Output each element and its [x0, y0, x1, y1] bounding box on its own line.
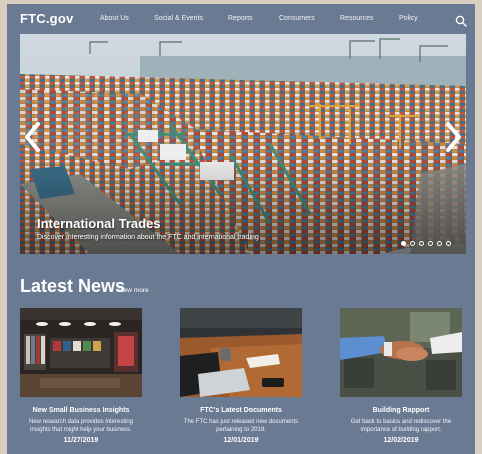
- chevron-right-icon: [446, 122, 461, 152]
- news-card-title[interactable]: Building Rapport: [340, 407, 462, 414]
- nav-consumers[interactable]: Consumers: [279, 15, 315, 22]
- site-logo[interactable]: FTC.gov: [20, 11, 73, 26]
- carousel-dot[interactable]: [437, 241, 442, 246]
- carousel-dot[interactable]: [428, 241, 433, 246]
- carousel-prev-button[interactable]: [22, 120, 44, 154]
- news-card-date: 11/27/2019: [63, 437, 99, 444]
- nav-about-us[interactable]: About Us: [100, 15, 129, 22]
- carousel-dot[interactable]: [410, 241, 415, 246]
- carousel-dot[interactable]: [419, 241, 424, 246]
- news-card-description: New research data provides interesting i…: [28, 419, 134, 433]
- news-card-image-clothing-store: [20, 308, 142, 397]
- news-card-description: The FTC has just released new documents …: [183, 419, 299, 433]
- news-card-date: 12/01/2019: [223, 437, 259, 444]
- hero-subtitle: Discover interesting information about t…: [37, 234, 259, 241]
- carousel-dot[interactable]: [401, 241, 406, 246]
- hero-carousel: International Trades Discover interestin…: [20, 34, 466, 254]
- hero-title: International Trades: [37, 216, 161, 231]
- latest-news-heading: Latest News: [20, 276, 126, 296]
- news-card-title[interactable]: New Small Business Insights: [20, 407, 142, 414]
- carousel-next-button[interactable]: [442, 120, 464, 154]
- carousel-dot[interactable]: [446, 241, 451, 246]
- news-card-date: 12/02/2019: [383, 437, 419, 444]
- news-card-image-handshake: [340, 308, 462, 397]
- search-button[interactable]: [455, 14, 467, 27]
- nav-social-events[interactable]: Social & Events: [154, 15, 203, 22]
- page-frame: FTC.gov About Us Social & Events Reports…: [7, 4, 475, 454]
- news-card[interactable]: FTC's Latest Documents The FTC has just …: [180, 308, 302, 454]
- view-more-link[interactable]: View more: [118, 287, 149, 294]
- site-header: FTC.gov About Us Social & Events Reports…: [7, 4, 475, 34]
- nav-policy[interactable]: Policy: [399, 15, 418, 22]
- nav-reports[interactable]: Reports: [228, 15, 253, 22]
- search-icon: [455, 15, 467, 27]
- news-card[interactable]: New Small Business Insights New research…: [20, 308, 142, 454]
- chevron-left-icon: [25, 122, 40, 152]
- news-card-title[interactable]: FTC's Latest Documents: [180, 407, 302, 414]
- news-card-image-laptop-desk: [180, 308, 302, 397]
- nav-resources[interactable]: Resources: [340, 15, 373, 22]
- news-card[interactable]: Building Rapport Get back to basics and …: [340, 308, 462, 454]
- news-card-description: Get back to basics and rediscover the im…: [350, 419, 452, 433]
